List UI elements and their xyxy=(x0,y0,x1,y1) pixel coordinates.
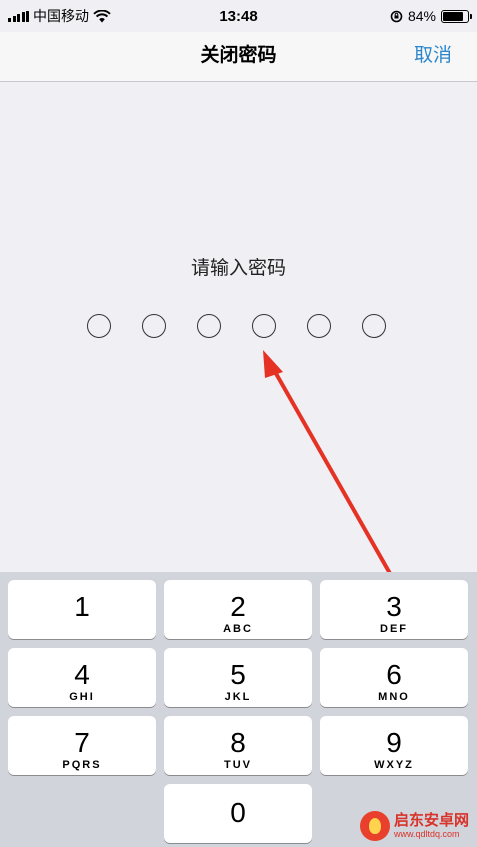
key-letters: JKL xyxy=(224,691,252,703)
key-digit: 7 xyxy=(74,727,90,758)
key-3[interactable]: 3 DEF xyxy=(320,580,468,639)
key-digit: 9 xyxy=(386,727,402,758)
key-2[interactable]: 2 ABC xyxy=(164,580,312,639)
key-letters: TUV xyxy=(224,759,252,771)
key-digit: 1 xyxy=(74,591,90,622)
site-watermark: 启东安卓网 www.qdltdq.com xyxy=(359,811,469,841)
key-digit: 4 xyxy=(74,659,90,690)
key-letters: PQRS xyxy=(62,759,102,771)
watermark-name: 启东安卓网 xyxy=(393,812,469,829)
key-digit: 5 xyxy=(230,659,246,690)
key-digit: 3 xyxy=(386,591,402,622)
key-1[interactable]: 1 xyxy=(8,580,156,639)
key-digit: 2 xyxy=(230,591,246,622)
numeric-keypad: 1 2 ABC 3 DEF 4 GHI 5 JKL 6 MNO 7 PQRS 8… xyxy=(0,572,477,847)
key-7[interactable]: 7 PQRS xyxy=(8,716,156,775)
key-5[interactable]: 5 JKL xyxy=(164,648,312,707)
watermark-logo-icon xyxy=(359,811,390,841)
key-letters: DEF xyxy=(380,623,408,635)
key-digit: 6 xyxy=(386,659,402,690)
watermark-url: www.qdltdq.com xyxy=(393,829,460,839)
key-letters: MNO xyxy=(378,691,410,703)
watermark-text: 启东安卓网 www.qdltdq.com xyxy=(393,812,469,840)
key-letters: GHI xyxy=(69,691,95,703)
key-8[interactable]: 8 TUV xyxy=(164,716,312,775)
key-digit: 8 xyxy=(230,727,246,758)
key-letters: WXYZ xyxy=(374,759,414,771)
key-digit: 0 xyxy=(230,797,246,828)
key-0[interactable]: 0 xyxy=(164,784,312,843)
key-letters: ABC xyxy=(223,623,253,635)
key-9[interactable]: 9 WXYZ xyxy=(320,716,468,775)
key-6[interactable]: 6 MNO xyxy=(320,648,468,707)
key-4[interactable]: 4 GHI xyxy=(8,648,156,707)
